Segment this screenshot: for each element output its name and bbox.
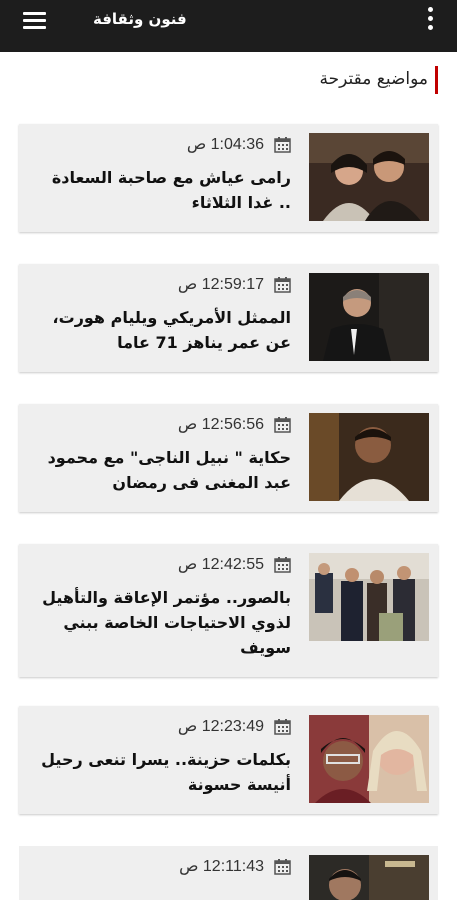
article-card[interactable]: 12:59:17 ص الممثل الأمريكي ويليام هورت، … [19,264,438,372]
calendar-icon [274,719,291,735]
article-time: 12:11:43 ص [179,858,264,875]
calendar-icon [274,277,291,293]
article-time: 12:56:56 ص [177,416,264,433]
article-time: 12:23:49 ص [177,718,264,735]
calendar-icon [274,859,291,875]
article-title[interactable]: حكاية " نبيل الناجى" مع محمود عبد المغنى… [41,445,291,495]
article-thumbnail[interactable] [309,273,429,361]
calendar-icon [274,417,291,433]
calendar-icon [274,557,291,573]
section-title: مواضيع مقترحة [319,69,428,89]
article-thumbnail[interactable] [309,715,429,803]
article-time: 12:59:17 ص [177,276,264,293]
top-app-bar: فنون وثقافة [0,0,457,52]
article-thumbnail[interactable] [309,413,429,501]
article-card[interactable]: 12:23:49 ص بكلمات حزينة.. يسرا تنعى رحيل… [19,706,438,814]
article-title[interactable]: رامى عياش مع صاحبة السعادة .. غدا الثلاث… [41,165,291,215]
article-time: 12:42:55 ص [177,556,264,573]
calendar-icon [274,137,291,153]
article-card[interactable]: 12:42:55 ص بالصور.. مؤتمر الإعاقة والتأه… [19,544,438,677]
article-thumbnail[interactable] [309,553,429,641]
hamburger-menu-icon[interactable] [22,9,48,31]
vertical-dots-icon[interactable] [420,6,440,32]
article-title[interactable]: بالصور.. مؤتمر الإعاقة والتأهيل لذوي الا… [41,585,291,660]
article-title[interactable]: بكلمات حزينة.. يسرا تنعى رحيل أنيسة حسون… [41,747,291,797]
app-bar-title: فنون وثقافة [93,10,187,28]
article-title[interactable]: الممثل الأمريكي ويليام هورت، عن عمر يناه… [41,305,291,355]
article-card[interactable]: 12:56:56 ص حكاية " نبيل الناجى" مع محمود… [19,404,438,512]
article-thumbnail[interactable] [309,133,429,221]
article-card[interactable]: 12:11:43 ص [19,846,438,900]
section-accent-bar [435,66,438,94]
article-time: 1:04:36 ص [186,136,264,153]
article-thumbnail[interactable] [309,855,429,900]
article-card[interactable]: 1:04:36 ص رامى عياش مع صاحبة السعادة .. … [19,124,438,232]
